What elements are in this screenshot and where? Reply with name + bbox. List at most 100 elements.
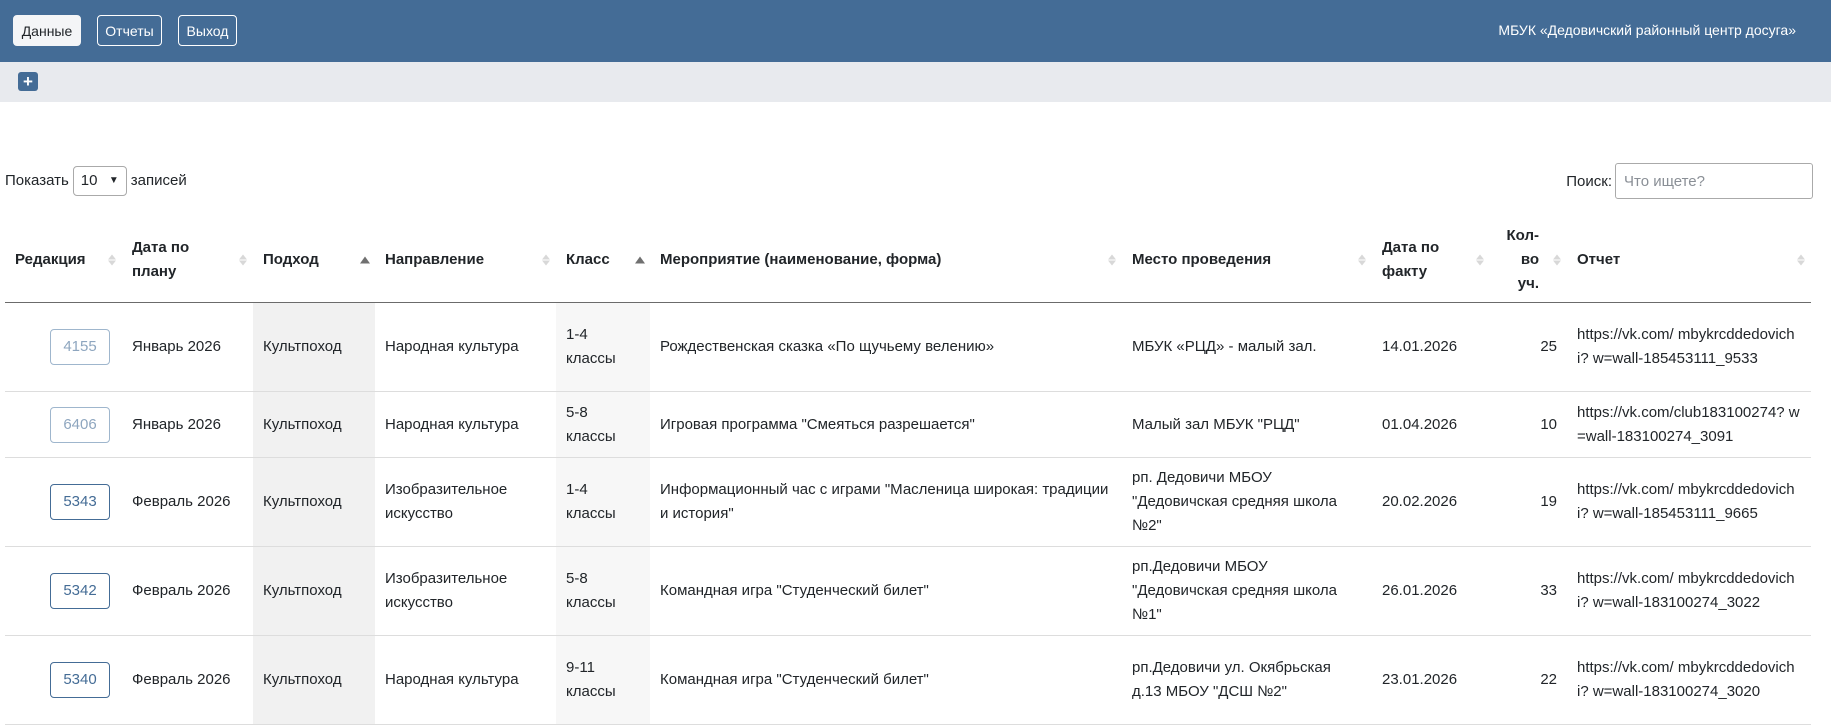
column-header-edit[interactable]: Редакция — [5, 218, 122, 303]
cell-edit: 5342 — [5, 546, 122, 636]
events-table-container: Редакция Дата по плану Подход Направлени… — [5, 218, 1811, 725]
cell-count: 25 — [1490, 302, 1567, 392]
edit-record-button[interactable]: 5342 — [50, 573, 110, 609]
cell-count: 33 — [1490, 546, 1567, 636]
cell-approach: Культпоход — [253, 457, 375, 547]
cell-approach: Культпоход — [253, 302, 375, 392]
cell-approach: Культпоход — [253, 391, 375, 458]
cell-plan-date: Февраль 2026 — [122, 635, 253, 725]
column-header-approach[interactable]: Подход — [253, 218, 375, 303]
column-header-place[interactable]: Место проведения — [1122, 218, 1372, 303]
table-body: 4155 Январь 2026 Культпоход Народная культу… — [5, 302, 1811, 725]
cell-edit: 5343 — [5, 457, 122, 547]
sort-arrows-icon — [1358, 254, 1366, 266]
search-label: Поиск: — [1566, 172, 1612, 190]
edit-record-button[interactable]: 6406 — [50, 406, 110, 443]
cell-direction: Изобразительное искусство — [375, 457, 556, 547]
reports-button[interactable]: Отчеты — [97, 15, 162, 46]
column-header-direction[interactable]: Направление — [375, 218, 556, 303]
sort-arrows-icon — [1553, 254, 1561, 266]
sort-arrows-icon — [1108, 254, 1116, 266]
column-header-plan-date[interactable]: Дата по плану — [122, 218, 253, 303]
cell-place: рп.Дедовичи ул. Окябрьская д.13 МБОУ "ДС… — [1122, 635, 1372, 725]
edit-record-button[interactable]: 5343 — [50, 484, 110, 520]
report-link[interactable]: https://vk.com/ mbykrcddedovichi? w=wall… — [1577, 481, 1795, 522]
cell-event: Командная игра "Студенческий билет" — [650, 546, 1122, 636]
cell-class: 9-11 классы — [556, 635, 650, 725]
cell-fact-date: 20.02.2026 — [1372, 457, 1490, 547]
cell-edit: 5340 — [5, 635, 122, 725]
cell-report[interactable]: https://vk.com/ mbykrcddedovichi? w=wall… — [1567, 635, 1811, 725]
plus-icon: + — [23, 72, 33, 91]
report-link[interactable]: https://vk.com/ mbykrcddedovichi? w=wall… — [1577, 570, 1795, 611]
cell-class: 5-8 классы — [556, 546, 650, 636]
cell-report[interactable]: https://vk.com/ mbykrcddedovichi? w=wall… — [1567, 302, 1811, 392]
column-header-count[interactable]: Кол-во уч. — [1490, 218, 1567, 303]
edit-record-button[interactable]: 5340 — [50, 662, 110, 698]
show-label: Показать — [5, 172, 69, 189]
cell-class: 1-4 классы — [556, 302, 650, 392]
cell-direction: Народная культура — [375, 391, 556, 458]
cell-report[interactable]: https://vk.com/ mbykrcddedovichi? w=wall… — [1567, 457, 1811, 547]
cell-place: Малый зал МБУК "РЦД" — [1122, 391, 1372, 458]
chevron-down-icon: ▼ — [108, 175, 119, 186]
cell-place: рп. Дедовичи МБОУ "Дедовичская средняя ш… — [1122, 457, 1372, 547]
report-link[interactable]: https://vk.com/club183100274? w=wall-183… — [1577, 404, 1800, 445]
cell-class: 1-4 классы — [556, 457, 650, 547]
cell-fact-date: 23.01.2026 — [1372, 635, 1490, 725]
table-row: 6406 Январь 2026 Культпоход Народная культу… — [5, 391, 1811, 458]
cell-event: Рождественская сказка «По щучьему велени… — [650, 302, 1122, 392]
table-row: 4155 Январь 2026 Культпоход Народная культу… — [5, 302, 1811, 392]
report-link[interactable]: https://vk.com/ mbykrcddedovichi? w=wall… — [1577, 326, 1795, 367]
table-row: 5342 Февраль 2026 Культпоход Изобразительно… — [5, 546, 1811, 636]
report-link[interactable]: https://vk.com/ mbykrcddedovichi? w=wall… — [1577, 659, 1795, 700]
cell-direction: Изобразительное искусство — [375, 546, 556, 636]
exit-button[interactable]: Выход — [178, 15, 237, 46]
top-navbar: Данные Отчеты Выход МБУК «Дедовичский ра… — [0, 0, 1831, 62]
cell-class: 5-8 классы — [556, 391, 650, 458]
cell-fact-date: 14.01.2026 — [1372, 302, 1490, 392]
cell-edit: 4155 — [5, 302, 122, 392]
toolbar: + — [0, 62, 1831, 102]
sort-arrows-icon — [239, 254, 247, 266]
cell-approach: Культпоход — [253, 546, 375, 636]
cell-report[interactable]: https://vk.com/ mbykrcddedovichi? w=wall… — [1567, 546, 1811, 636]
cell-place: МБУК «РЦД» - малый зал. — [1122, 302, 1372, 392]
column-header-report[interactable]: Отчет — [1567, 218, 1811, 303]
column-header-fact-date[interactable]: Дата по факту — [1372, 218, 1490, 303]
cell-count: 10 — [1490, 391, 1567, 458]
sort-arrows-icon — [542, 254, 550, 266]
cell-event: Информационный час с играми "Масленица ш… — [650, 457, 1122, 547]
cell-plan-date: Февраль 2026 — [122, 546, 253, 636]
cell-direction: Народная культура — [375, 635, 556, 725]
cell-event: Командная игра "Студенческий билет" — [650, 635, 1122, 725]
cell-plan-date: Январь 2026 — [122, 391, 253, 458]
cell-fact-date: 01.04.2026 — [1372, 391, 1490, 458]
sort-ascending-icon — [360, 256, 370, 264]
table-row: 5343 Февраль 2026 Культпоход Изобразительно… — [5, 457, 1811, 547]
records-label: записей — [130, 172, 187, 189]
cell-report[interactable]: https://vk.com/club183100274? w=wall-183… — [1567, 391, 1811, 458]
page-length-control: Показать 10 ▼ записей — [5, 165, 187, 196]
column-header-class[interactable]: Класс — [556, 218, 650, 303]
cell-count: 19 — [1490, 457, 1567, 547]
add-record-button[interactable]: + — [18, 72, 38, 91]
page-length-select[interactable]: 10 ▼ — [72, 165, 127, 196]
cell-place: рп.Дедовичи МБОУ "Дедовичская средняя шк… — [1122, 546, 1372, 636]
column-header-event[interactable]: Мероприятие (наименование, форма) — [650, 218, 1122, 303]
table-header-row: Редакция Дата по плану Подход Направлени… — [5, 218, 1811, 303]
edit-record-button[interactable]: 4155 — [50, 329, 110, 365]
search-input[interactable] — [1615, 163, 1813, 199]
cell-event: Игровая программа "Смеяться разрешается" — [650, 391, 1122, 458]
events-table: Редакция Дата по плану Подход Направлени… — [5, 218, 1811, 725]
cell-plan-date: Февраль 2026 — [122, 457, 253, 547]
search-control: Поиск: — [1566, 163, 1813, 199]
sort-arrows-icon — [1476, 254, 1484, 266]
cell-direction: Народная культура — [375, 302, 556, 392]
table-row: 5340 Февраль 2026 Культпоход Народная культ… — [5, 635, 1811, 725]
sort-ascending-icon — [635, 256, 645, 264]
cell-count: 22 — [1490, 635, 1567, 725]
cell-edit: 6406 — [5, 391, 122, 458]
sort-arrows-icon — [108, 254, 116, 266]
data-button[interactable]: Данные — [13, 15, 81, 46]
